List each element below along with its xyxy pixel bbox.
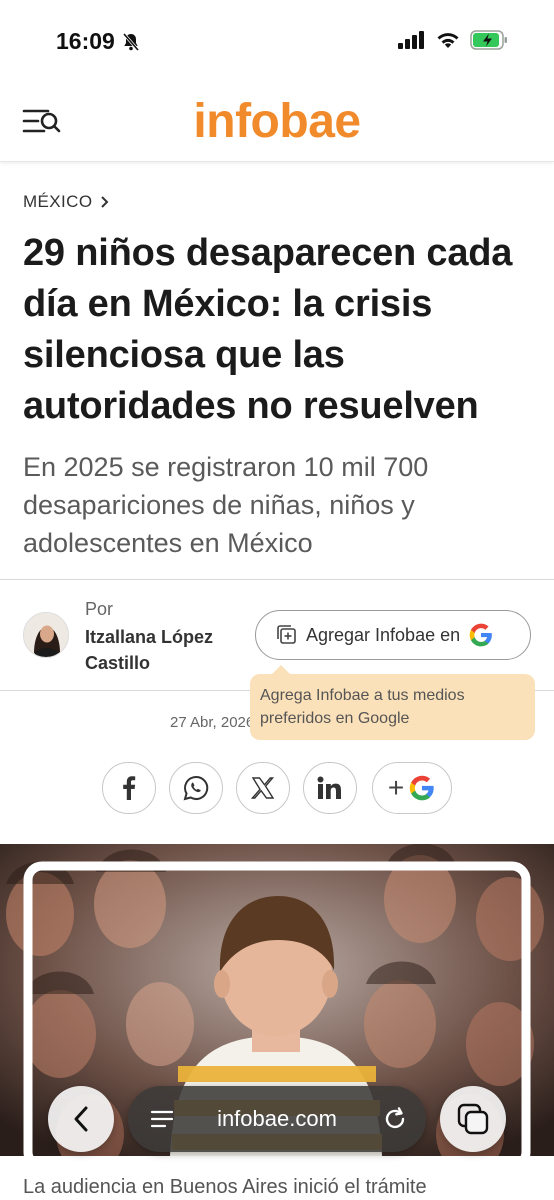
linkedin-icon (317, 776, 341, 799)
share-x-button[interactable] (236, 762, 290, 814)
chevron-left-icon (74, 1106, 88, 1132)
share-google-button[interactable]: + (372, 762, 452, 814)
share-linkedin-button[interactable] (303, 762, 357, 814)
site-header: infobae (0, 80, 554, 162)
article-date: 27 Abr, 2026 (170, 714, 252, 731)
browser-tabs-button[interactable] (440, 1086, 506, 1152)
breadcrumb[interactable]: MÉXICO (23, 192, 110, 212)
article-headline: 29 niños desaparecen cada día en México:… (23, 232, 513, 427)
add-infobae-google-button[interactable]: Agregar Infobae en (255, 610, 531, 660)
by-label: Por (85, 599, 114, 619)
share-facebook-button[interactable] (102, 762, 156, 814)
plus-label: + (387, 772, 405, 803)
google-g-icon (469, 623, 492, 647)
reload-icon[interactable] (382, 1106, 408, 1132)
bell-slash-icon (122, 32, 139, 51)
section-label[interactable]: MÉXICO (23, 192, 92, 212)
divider (0, 579, 554, 580)
add-source-icon (277, 625, 296, 644)
article-subhead: En 2025 se registraron 10 mil 700 desapa… (23, 452, 429, 558)
status-bar: 16:09 (0, 0, 554, 80)
browser-url-bar[interactable]: infobae.com (128, 1086, 426, 1152)
whatsapp-icon (183, 775, 209, 801)
status-icons (398, 30, 508, 50)
share-whatsapp-button[interactable] (169, 762, 223, 814)
article-caption: La audiencia en Buenos Aires inició el t… (23, 1176, 427, 1198)
status-time: 16:09 (56, 28, 141, 55)
google-add-icon (409, 775, 434, 801)
tabs-icon (457, 1103, 489, 1135)
avatar-image (24, 613, 68, 657)
time-label: 16:09 (56, 28, 115, 54)
add-google-tooltip: Agrega Infobae a tus medios preferidos e… (250, 665, 535, 740)
battery-charging-icon (470, 30, 507, 50)
chevron-right-icon (101, 196, 109, 208)
add-button-label: Agregar Infobae en (306, 624, 461, 645)
author-avatar[interactable] (23, 612, 69, 658)
author-name[interactable]: Itzallana López Castillo (85, 624, 245, 676)
facebook-icon (123, 776, 136, 800)
signal-icon (398, 31, 424, 49)
wifi-icon (437, 33, 459, 48)
x-icon (251, 777, 275, 799)
browser-back-button[interactable] (48, 1086, 114, 1152)
infobae-logo[interactable]: infobae (0, 94, 554, 149)
